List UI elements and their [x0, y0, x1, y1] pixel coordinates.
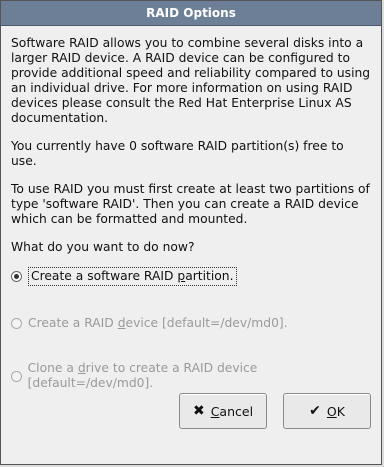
radio-clone-drive: [11, 370, 22, 382]
option-clone-drive-label: Clone a drive to create a RAID device [d…: [27, 361, 258, 390]
cancel-button-label: Cancel: [210, 403, 254, 419]
question-text: What do you want to do now?: [11, 240, 195, 254]
dialog-titlebar[interactable]: RAID Options: [1, 1, 381, 26]
option-create-partition-label[interactable]: Create a software RAID partition.: [28, 267, 237, 286]
option-create-raid-device: Create a RAID device [default=/dev/md0].: [11, 316, 371, 331]
radio-create-partition[interactable]: [11, 271, 22, 282]
cancel-x-icon: ✖: [192, 403, 205, 419]
ok-check-icon: ✔: [309, 403, 321, 419]
dialog-body: Software RAID allows you to combine seve…: [1, 26, 381, 401]
instructions-paragraph: To use RAID you must first create at lea…: [11, 182, 370, 226]
option-create-partition[interactable]: Create a software RAID partition.: [11, 267, 371, 286]
option-clone-drive: Clone a drive to create a RAID device [d…: [11, 361, 371, 391]
radio-create-raid-device: [11, 318, 22, 329]
ok-button-label: OK: [326, 403, 345, 419]
dialog-title: RAID Options: [146, 6, 236, 20]
intro-paragraph: Software RAID allows you to combine seve…: [11, 36, 371, 125]
raid-options-dialog: RAID Options Software RAID allows you to…: [0, 0, 382, 465]
ok-button[interactable]: ✔ OK: [283, 393, 371, 429]
option-create-raid-device-label: Create a RAID device [default=/dev/md0].: [28, 316, 288, 330]
free-partitions-text: You currently have 0 software RAID parti…: [11, 139, 344, 168]
dialog-button-bar: ✖ Cancel ✔ OK: [1, 393, 381, 433]
cancel-button[interactable]: ✖ Cancel: [179, 393, 267, 429]
